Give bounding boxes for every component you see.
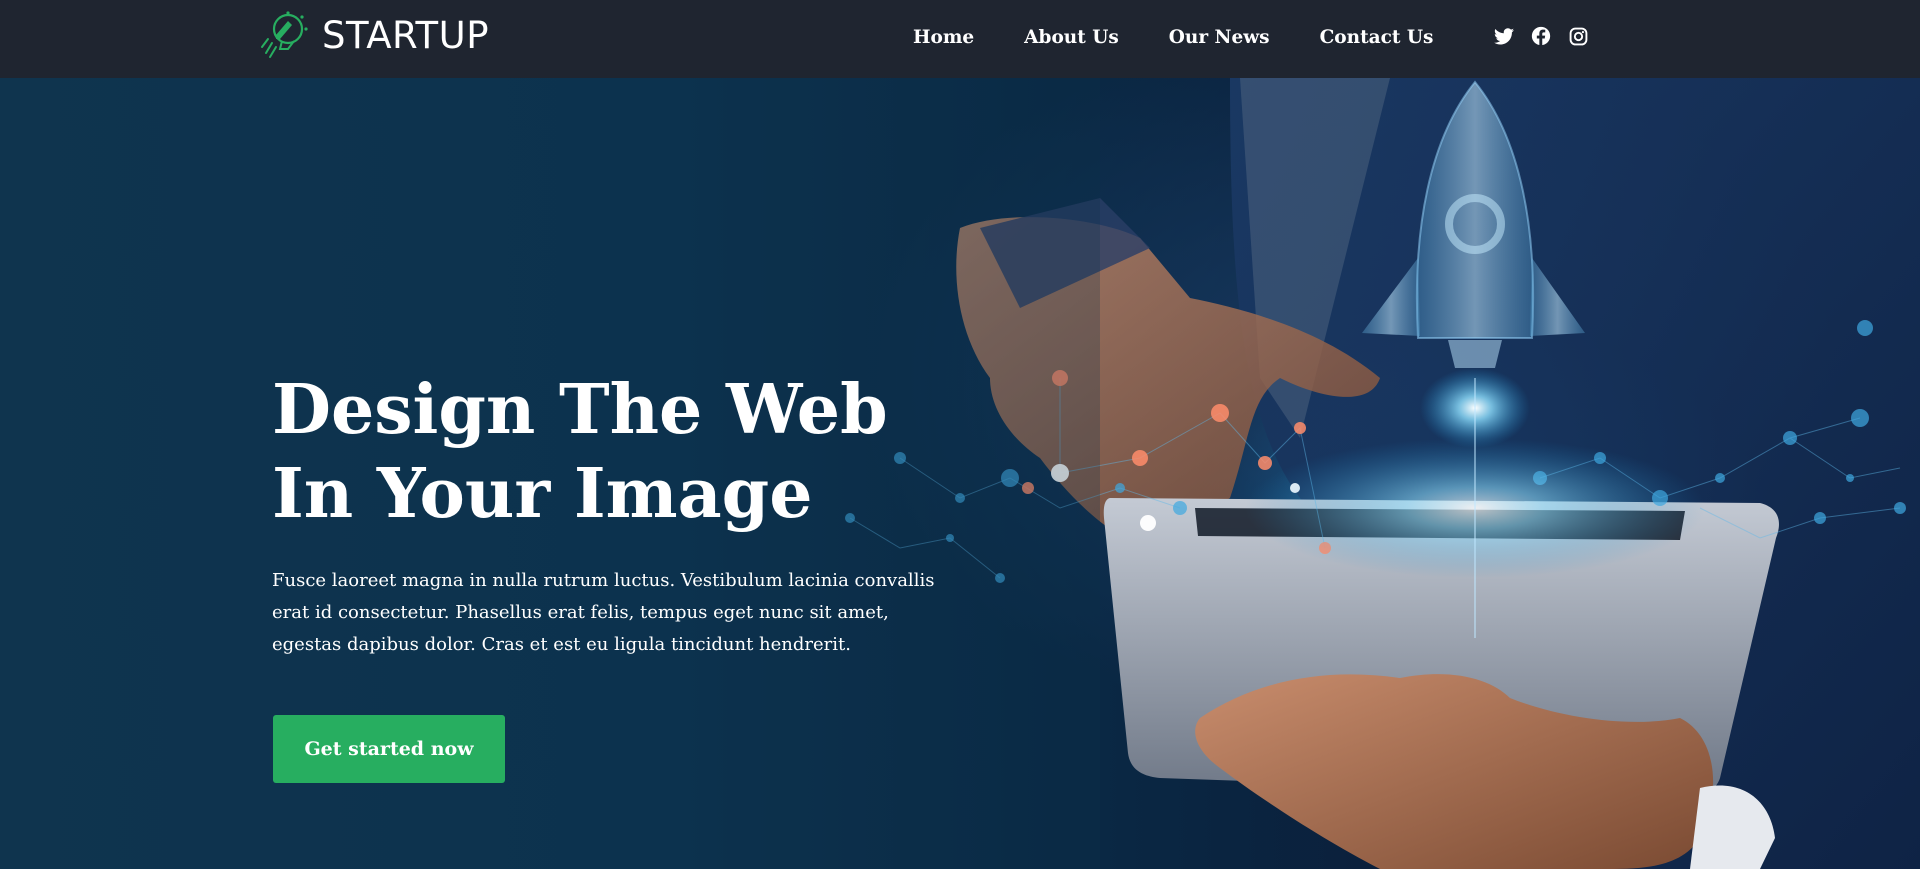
brand-name: STARTUP	[322, 13, 490, 57]
brand-logo[interactable]: STARTUP	[258, 10, 489, 60]
nav-item-our-news[interactable]: Our News	[1169, 27, 1270, 48]
social-links	[1493, 25, 1604, 47]
twitter-icon[interactable]	[1493, 25, 1515, 47]
main-nav: Home About Us Our News Contact Us	[913, 0, 1483, 74]
get-started-button[interactable]: Get started now	[273, 715, 505, 783]
hero-description-line: erat id consectetur. Phasellus erat feli…	[272, 602, 889, 623]
hero-title-line: In Your Image	[272, 454, 813, 534]
nav-item-contact-us[interactable]: Contact Us	[1320, 27, 1434, 48]
hero-description: Fusce laoreet magna in nulla rutrum luct…	[272, 565, 952, 661]
hero-title: Design The Web In Your Image	[272, 368, 972, 536]
hero-title-line: Design The Web	[272, 370, 888, 450]
instagram-icon[interactable]	[1567, 25, 1589, 47]
site-header: STARTUP Home About Us Our News Contact U…	[0, 0, 1920, 78]
hero-description-line: Fusce laoreet magna in nulla rutrum luct…	[272, 570, 935, 591]
hero-section: Design The Web In Your Image Fusce laore…	[0, 78, 1920, 869]
nav-item-about-us[interactable]: About Us	[1024, 27, 1119, 48]
rocket-lightbulb-icon	[261, 11, 308, 58]
hero-description-line: egestas dapibus dolor. Cras et est eu li…	[272, 634, 851, 655]
facebook-icon[interactable]	[1530, 25, 1552, 47]
nav-item-home[interactable]: Home	[913, 27, 974, 48]
